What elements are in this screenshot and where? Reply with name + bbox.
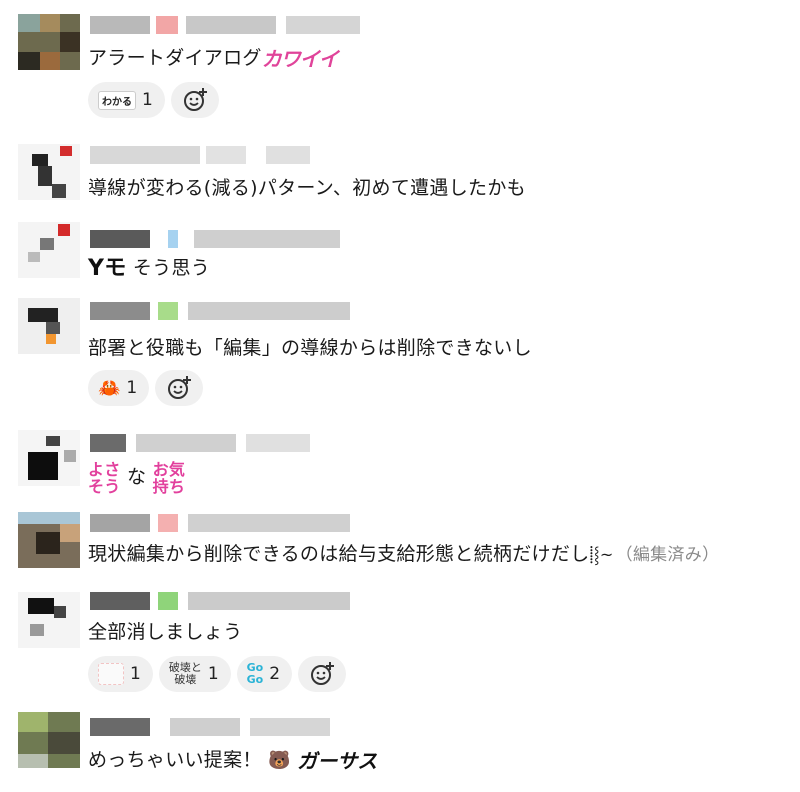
- reaction-count: 1: [207, 664, 219, 684]
- reaction-count: 1: [126, 378, 138, 398]
- bear-stamp-icon: 🐻: [268, 749, 291, 771]
- message-header: [90, 230, 340, 248]
- message-item[interactable]: Yモ そう思う: [0, 212, 800, 290]
- wakaru-stamp-icon: わかる: [98, 90, 136, 110]
- reaction-blank[interactable]: 1: [88, 656, 153, 692]
- message-item[interactable]: めっちゃいい提案！ 🐻 ガーサス: [0, 704, 800, 792]
- message-item[interactable]: よさ そう な お気 持ち: [0, 422, 800, 502]
- gogo-stamp-icon: Go Go: [246, 661, 264, 686]
- add-reaction-button[interactable]: [155, 370, 204, 406]
- dance-stamp-icon: ⸽⸾~: [589, 544, 614, 564]
- reaction-bar: わかる 1: [88, 82, 219, 118]
- reaction-count: 2: [269, 664, 281, 684]
- message-item[interactable]: 全部消しましょう 1 破壊と 破壊 1 Go Go 2: [0, 586, 800, 702]
- message-header: [90, 514, 350, 532]
- message-item[interactable]: 導線が変わる(減る)パターン、初めて遭遇したかも: [0, 130, 800, 210]
- message-header: [90, 592, 350, 610]
- avatar[interactable]: [18, 298, 80, 354]
- reaction-bar: 1 破壊と 破壊 1 Go Go 2: [88, 656, 347, 692]
- message-text: 部署と役職も「編集」の導線からは削除できないし: [88, 337, 532, 359]
- message-text: 全部消しましょう: [88, 621, 243, 643]
- add-emoji-icon: [183, 88, 207, 111]
- add-reaction-button[interactable]: [298, 656, 347, 692]
- reaction-wakaru[interactable]: わかる 1: [88, 82, 165, 118]
- avatar[interactable]: [18, 14, 80, 70]
- reaction-gogo[interactable]: Go Go 2: [236, 656, 293, 692]
- reaction-bar: 🦀 1: [88, 370, 204, 406]
- avatar[interactable]: [18, 144, 80, 200]
- message-item[interactable]: アラートダイアログカワイイ わかる 1: [0, 0, 800, 130]
- add-emoji-icon: [311, 662, 335, 685]
- reaction-hakai[interactable]: 破壊と 破壊 1: [158, 656, 231, 692]
- edited-label: （編集済み）: [615, 545, 720, 565]
- reaction-crab[interactable]: 🦀 1: [88, 370, 150, 406]
- message-text: Yモ そう思う: [88, 255, 211, 281]
- avatar[interactable]: [18, 512, 80, 568]
- message-text: 導線が変わる(減る)パターン、初めて遭遇したかも: [88, 177, 526, 199]
- crab-icon: 🦀: [98, 377, 121, 399]
- message-header: [90, 16, 360, 34]
- ymo-stamp-icon: Yモ: [88, 255, 127, 281]
- avatar[interactable]: [18, 592, 80, 648]
- reaction-count: 1: [130, 664, 141, 684]
- message-text: めっちゃいい提案！ 🐻 ガーサス: [88, 748, 378, 773]
- message-text: アラートダイアログカワイイ: [88, 46, 339, 71]
- avatar[interactable]: [18, 712, 80, 768]
- message-text: よさ そう な お気 持ち: [88, 459, 186, 496]
- message-text: 現状編集から削除できるのは給与支給形態と続柄だけだし⸽⸾~ （編集済み）: [88, 540, 719, 569]
- message-header: [90, 302, 350, 320]
- blank-stamp-icon: [98, 663, 124, 685]
- yosasou-stamp-icon: よさ そう: [88, 459, 121, 496]
- add-emoji-icon: [168, 376, 192, 399]
- message-header: [90, 146, 310, 164]
- message-item[interactable]: 部署と役職も「編集」の導線からは削除できないし 🦀 1: [0, 292, 800, 420]
- avatar[interactable]: [18, 222, 80, 278]
- okimochi-stamp-icon: お気 持ち: [152, 459, 186, 496]
- hakai-stamp-icon: 破壊と 破壊: [168, 661, 202, 686]
- message-item[interactable]: 現状編集から削除できるのは給与支給形態と続柄だけだし⸽⸾~ （編集済み）: [0, 504, 800, 584]
- avatar[interactable]: [18, 430, 80, 486]
- reaction-count: 1: [142, 90, 153, 110]
- message-header: [90, 718, 330, 736]
- gasasu-stamp-icon: ガーサス: [297, 748, 378, 773]
- kawaii-stamp-icon: カワイイ: [261, 46, 339, 71]
- message-header: [90, 434, 310, 452]
- add-reaction-button[interactable]: [170, 82, 219, 118]
